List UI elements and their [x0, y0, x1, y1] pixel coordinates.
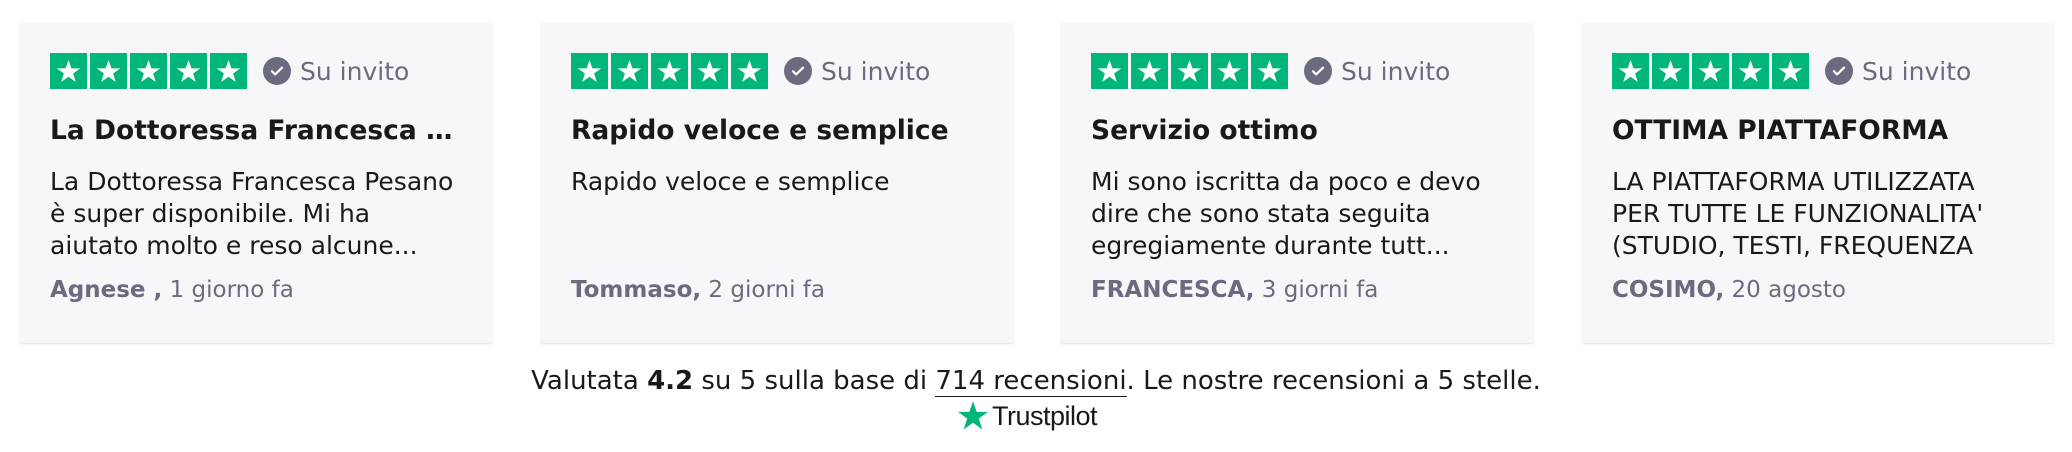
review-header: Su invito [50, 51, 462, 91]
summary-prefix: Valutata [531, 366, 648, 396]
review-body: Mi sono iscritta da poco e devo dire che… [1091, 167, 1481, 260]
review-title: Rapido veloce e semplice [571, 115, 949, 146]
star-rating [1091, 53, 1288, 89]
trust-score: 4.2 [647, 366, 694, 396]
star-icon [691, 53, 728, 89]
star-icon [651, 53, 688, 89]
reviews-count-link[interactable]: 714 recensioni [935, 366, 1127, 397]
star-icon [571, 53, 608, 89]
review-card[interactable]: Su invito Servizio ottimo Mi sono iscrit… [1061, 23, 1533, 343]
invite-label: Su invito [300, 56, 410, 86]
review-card[interactable]: Su invito Rapido veloce e semplice Rapid… [541, 23, 1013, 343]
review-carousel: Su invito La Dottoressa Francesca Pe... … [20, 23, 2054, 343]
review-card[interactable]: Su invito La Dottoressa Francesca Pe... … [20, 23, 492, 343]
star-icon [130, 53, 167, 89]
review-author: Tommaso, [571, 277, 702, 303]
invite-label: Su invito [1341, 56, 1451, 86]
rating-summary: Valutata 4.2 su 5 sulla base di 714 rece… [0, 364, 2072, 398]
star-icon [90, 53, 127, 89]
review-meta: COSIMO, 20 agosto [1612, 277, 2024, 303]
star-icon [50, 53, 87, 89]
star-icon [1131, 53, 1168, 89]
review-card[interactable]: Su invito OTTIMA PIATTAFORMA LA PIATTAFO… [1582, 23, 2054, 343]
star-rating [1612, 53, 1809, 89]
star-icon [1091, 53, 1128, 89]
review-meta: FRANCESCA, 3 giorni fa [1091, 277, 1503, 303]
trustpilot-star-icon [955, 399, 991, 433]
review-body: La Dottoressa Francesca Pesano è super d… [50, 167, 454, 260]
review-date: 20 agosto [1724, 277, 1846, 303]
star-rating [571, 53, 768, 89]
check-circle-icon [1825, 57, 1853, 85]
trustpilot-wordmark: Trustpilot [992, 400, 1098, 431]
review-author: Agnese , [50, 277, 163, 303]
review-body: LA PIATTAFORMA UTILIZZATA PER TUTTE LE F… [1612, 167, 1984, 260]
check-circle-icon [784, 57, 812, 85]
summary-middle: su 5 sulla base di [693, 366, 936, 396]
review-meta: Agnese , 1 giorno fa [50, 277, 462, 303]
star-icon [1171, 53, 1208, 89]
invite-label: Su invito [1862, 56, 1972, 86]
star-icon [1692, 53, 1729, 89]
trustpilot-logo[interactable]: Trustpilot [955, 398, 1098, 434]
review-header: Su invito [571, 51, 983, 91]
check-circle-icon [1304, 57, 1332, 85]
star-icon [1732, 53, 1769, 89]
review-date: 1 giorno fa [162, 277, 294, 303]
review-title: Servizio ottimo [1091, 115, 1318, 146]
invite-label: Su invito [821, 56, 931, 86]
review-title: OTTIMA PIATTAFORMA [1612, 115, 1949, 146]
review-author: FRANCESCA, [1091, 277, 1255, 303]
star-icon [210, 53, 247, 89]
review-header: Su invito [1091, 51, 1503, 91]
star-icon [1251, 53, 1288, 89]
review-date: 3 giorni fa [1254, 277, 1379, 303]
verified-badge: Su invito [263, 57, 409, 86]
star-icon [1612, 53, 1649, 89]
star-rating [50, 53, 247, 89]
verified-badge: Su invito [784, 57, 930, 86]
review-title: La Dottoressa Francesca Pe... [50, 115, 462, 146]
review-date: 2 giorni fa [701, 277, 825, 303]
check-circle-icon [263, 57, 291, 85]
review-author: COSIMO, [1612, 277, 1725, 303]
star-icon [1772, 53, 1809, 89]
review-header: Su invito [1612, 51, 2024, 91]
summary-suffix: . Le nostre recensioni a 5 stelle. [1126, 366, 1541, 396]
verified-badge: Su invito [1304, 57, 1450, 86]
verified-badge: Su invito [1825, 57, 1971, 86]
star-icon [1211, 53, 1248, 89]
star-icon [170, 53, 207, 89]
review-body: Rapido veloce e semplice [571, 167, 890, 196]
star-icon [731, 53, 768, 89]
star-icon [1652, 53, 1689, 89]
review-meta: Tommaso, 2 giorni fa [571, 277, 983, 303]
star-icon [611, 53, 648, 89]
